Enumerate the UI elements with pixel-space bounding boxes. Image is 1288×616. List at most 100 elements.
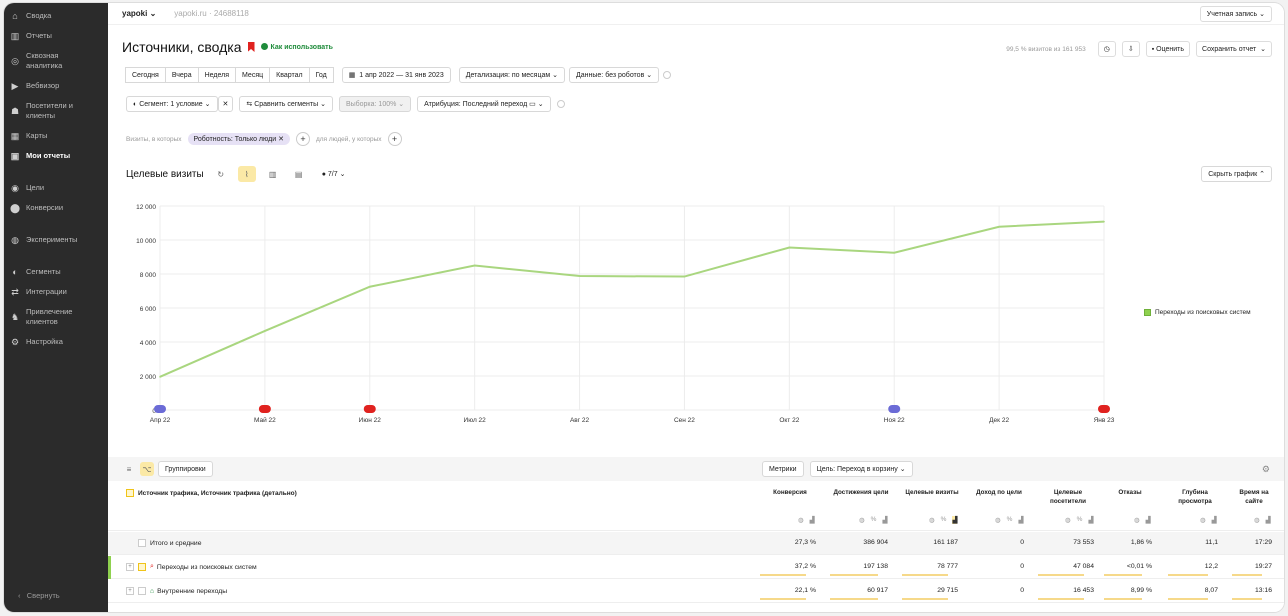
period-button[interactable]: Неделя: [197, 67, 237, 83]
robot-filter-chip[interactable]: Роботность: Только люди ✕: [187, 133, 290, 145]
table-row[interactable]: + ⌂ Внутренние переходы 22,1 % 60 917 29 715 0…: [108, 580, 1284, 603]
sidebar-item-experiments[interactable]: ◍ Эксперименты: [4, 230, 108, 250]
bar-view-icon[interactable]: ▟: [882, 516, 887, 524]
sidebar-item-webvisor[interactable]: ▶ Вебвизор: [4, 76, 108, 96]
bar-view-icon[interactable]: ▟: [1088, 516, 1093, 524]
clear-segment-button[interactable]: ✕: [217, 96, 234, 112]
compare-icon[interactable]: ◍: [859, 516, 865, 524]
bar-view-icon[interactable]: ▟: [1212, 516, 1217, 524]
gear-icon[interactable]: ⚙: [1262, 464, 1270, 475]
sidebar-item-label: Эксперименты: [26, 235, 78, 245]
groupings-button[interactable]: Группировки: [158, 461, 213, 477]
period-button[interactable]: Год: [308, 67, 334, 83]
rate-button[interactable]: ▪ Оценить: [1145, 41, 1191, 57]
close-icon[interactable]: ✕: [278, 136, 284, 143]
sidebar-item-reports[interactable]: ▥ Отчеты: [4, 26, 108, 46]
experiments-icon: ◍: [11, 234, 19, 245]
chart-legend[interactable]: Переходы из поисковых систем: [1144, 309, 1251, 316]
column-header[interactable]: Доход по цели: [970, 489, 1028, 498]
column-header[interactable]: Глубина просмотра: [1168, 489, 1222, 506]
table-cell: 19:27: [1254, 563, 1272, 570]
dimension-header[interactable]: Источник трафика, Источник трафика (дета…: [126, 489, 297, 497]
help-icon[interactable]: [556, 100, 565, 108]
period-button[interactable]: Сегодня: [125, 67, 166, 83]
column-header[interactable]: Конверсия: [760, 489, 820, 498]
sidebar-item-endtoend-analytics[interactable]: ◎ Сквозная аналитика: [4, 46, 108, 76]
tree-view-icon[interactable]: ⌥: [140, 462, 154, 476]
compare-icon[interactable]: ◍: [1254, 516, 1260, 524]
refresh-icon[interactable]: ↻: [212, 166, 230, 182]
period-button[interactable]: Квартал: [269, 67, 310, 83]
table-row[interactable]: + ⌕ Переходы из поисковых систем 37,2 % 197 …: [108, 556, 1284, 579]
add-people-condition-button[interactable]: +: [387, 132, 402, 146]
export-button[interactable]: ⇩: [1121, 41, 1140, 57]
expand-icon[interactable]: +: [126, 563, 134, 571]
howto-link[interactable]: Как использовать: [260, 43, 333, 51]
metrics-button[interactable]: Метрики: [762, 461, 804, 477]
totals-row[interactable]: Итого и средние 27,3 % 386 904 161 187 0 73 5…: [108, 532, 1284, 555]
site-selector[interactable]: yapoki ⌄: [122, 9, 156, 18]
add-condition-button[interactable]: +: [295, 132, 310, 146]
compare-icon[interactable]: ◍: [798, 516, 804, 524]
bookmark-icon[interactable]: [247, 42, 255, 52]
percent-icon[interactable]: %: [871, 516, 877, 524]
percent-icon[interactable]: %: [1077, 516, 1083, 524]
column-header[interactable]: Время на сайте: [1232, 489, 1276, 506]
column-header[interactable]: Достижения цели: [830, 489, 892, 498]
table-chart-icon[interactable]: ▤: [290, 166, 308, 182]
sidebar-item-segments[interactable]: ◐ Сегменты: [4, 262, 108, 282]
series-count-select[interactable]: ● 7/7 ⌄: [315, 166, 352, 182]
sidebar-item-home[interactable]: ⌂ Сводка: [4, 6, 108, 26]
bar-view-icon[interactable]: ▟: [1146, 516, 1151, 524]
compare-icon[interactable]: ◍: [1200, 516, 1206, 524]
row-checkbox[interactable]: [138, 587, 146, 595]
flat-view-icon[interactable]: ≡: [122, 462, 136, 476]
column-header[interactable]: Целевые визиты: [902, 489, 962, 498]
expand-icon[interactable]: +: [126, 587, 134, 595]
dimension-checkbox[interactable]: [126, 489, 134, 497]
compare-icon[interactable]: ◍: [929, 516, 935, 524]
bar-view-icon[interactable]: ▟: [1018, 516, 1023, 524]
compare-icon[interactable]: ◍: [1065, 516, 1071, 524]
sidebar-item-maps[interactable]: ▦ Карты: [4, 126, 108, 146]
goal-select[interactable]: Цель: Переход в корзину ⌄: [809, 461, 913, 477]
bar-view-icon[interactable]: ▟: [810, 516, 815, 524]
save-report-button[interactable]: Сохранить отчет ⌄: [1196, 41, 1272, 57]
line-chart-icon[interactable]: ⌇: [237, 166, 256, 182]
account-button[interactable]: Учетная запись ⌄: [1199, 6, 1272, 22]
hide-chart-button[interactable]: Скрыть график ⌃: [1201, 166, 1272, 182]
save-report-label: Сохранить отчет: [1202, 45, 1257, 53]
compare-icon[interactable]: ◍: [1134, 516, 1140, 524]
bar-view-icon[interactable]: ▟: [1266, 516, 1271, 524]
bar-view-icon[interactable]: ▟: [952, 516, 958, 524]
compare-icon[interactable]: ◍: [995, 516, 1001, 524]
column-header[interactable]: Отказы: [1104, 489, 1156, 498]
collapse-sidebar-button[interactable]: ‹ Свернуть: [4, 591, 108, 600]
row-checkbox[interactable]: [138, 563, 146, 571]
sidebar-item-goals[interactable]: ◉ Цели: [4, 178, 108, 198]
attribution-select[interactable]: Атрибуция: Последний переход ▭ ⌄: [417, 96, 551, 112]
percent-icon[interactable]: %: [941, 516, 947, 524]
sidebar-item-my-reports[interactable]: ▣ Мои отчеты: [4, 146, 108, 166]
help-icon[interactable]: [663, 71, 672, 79]
sidebar-item-integrations[interactable]: ⇄ Интеграции: [4, 282, 108, 302]
compare-segments-button[interactable]: ⇆ Сравнить сегменты ⌄: [239, 96, 333, 112]
percent-icon[interactable]: %: [1007, 516, 1013, 524]
history-button[interactable]: ◷: [1097, 41, 1116, 57]
sidebar-item-settings[interactable]: ⚙ Настройка: [4, 332, 108, 352]
sample-select[interactable]: Выборка: 100% ⌄: [338, 96, 412, 112]
period-button[interactable]: Месяц: [235, 67, 271, 83]
segment-select[interactable]: ◐ Сегмент: 1 условие ⌄: [126, 96, 218, 112]
data-filter-select[interactable]: Данные: без роботов ⌄: [569, 67, 660, 83]
sidebar-item-visitors[interactable]: ☗ Посетители и клиенты: [4, 96, 108, 126]
attribution-label: Атрибуция: Последний переход: [424, 100, 528, 108]
row-checkbox[interactable]: [138, 539, 146, 547]
column-header[interactable]: Целевые посетители: [1038, 489, 1098, 506]
date-range-button[interactable]: ▦ 1 апр 2022 — 31 янв 2023: [341, 67, 451, 83]
chevron-down-icon: ⌄: [339, 171, 346, 178]
detail-select[interactable]: Детализация: по месяцам ⌄: [458, 67, 566, 83]
sidebar-item-attract-clients[interactable]: ♞ Привлечение клиентов: [4, 302, 108, 332]
bar-chart-icon[interactable]: ▥: [264, 166, 282, 182]
sidebar-item-conversions[interactable]: ⬤ Конверсии: [4, 198, 108, 218]
period-button[interactable]: Вчера: [164, 67, 199, 83]
